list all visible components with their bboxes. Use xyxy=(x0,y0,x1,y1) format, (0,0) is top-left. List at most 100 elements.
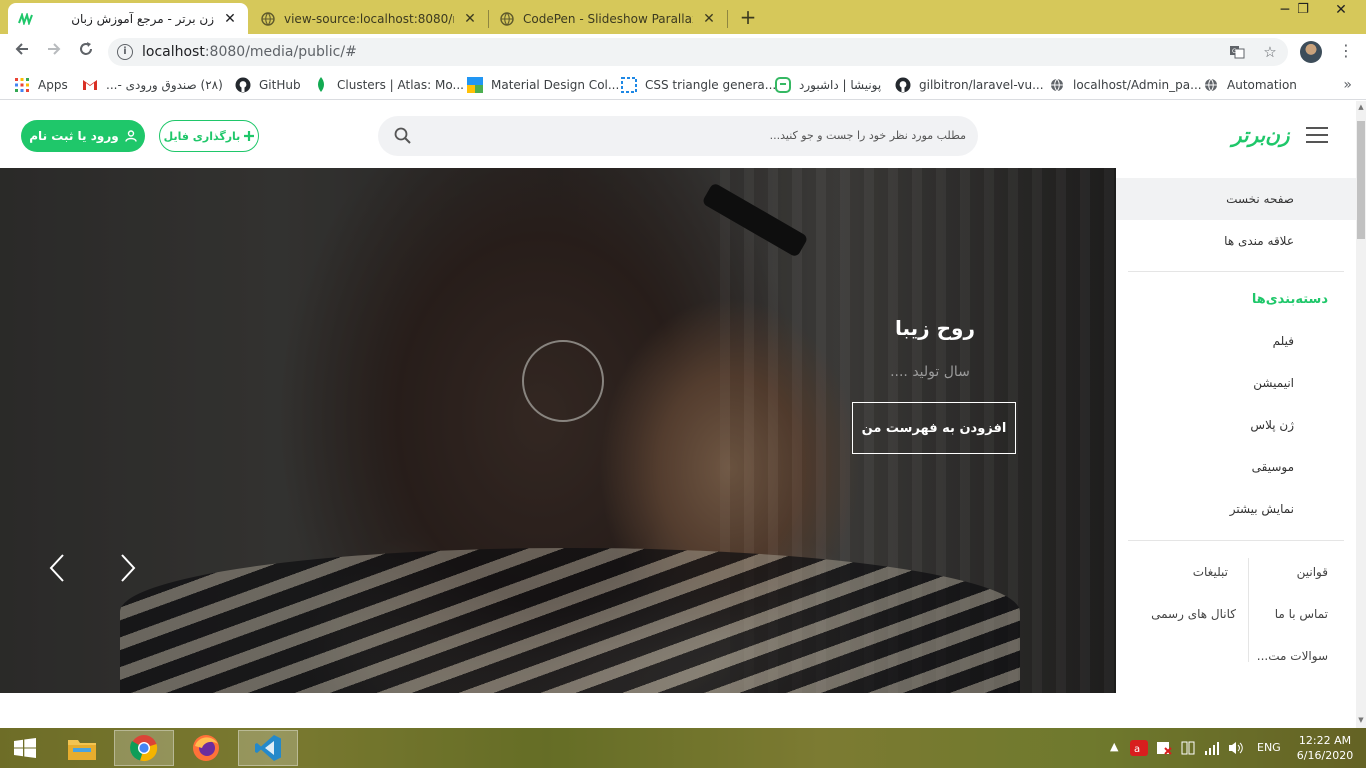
bookmarks-overflow-button[interactable]: » xyxy=(1343,77,1352,93)
ponisha-icon xyxy=(775,77,791,93)
slider-next-icon[interactable] xyxy=(115,553,139,583)
tray-language-indicator[interactable]: ENG xyxy=(1257,741,1281,757)
sidebar-item-favorites[interactable]: علاقه مندی ها xyxy=(1116,220,1356,262)
reload-button[interactable] xyxy=(74,41,98,65)
footer-divider xyxy=(1248,558,1249,662)
upload-file-button[interactable]: بارگذاری فایل xyxy=(159,120,259,152)
sidebar-item-home[interactable]: صفحه نخست xyxy=(1116,178,1356,220)
tab-view-source[interactable]: view-source:localhost:8080/medi ✕ xyxy=(250,3,488,34)
hero-slider: روح زیبا سال تولید .... افزودن به فهرست … xyxy=(0,168,1116,693)
bookmark-atlas[interactable]: Clusters | Atlas: Mo... xyxy=(313,76,464,94)
material-palette-icon xyxy=(467,77,483,93)
sidebar-divider xyxy=(1128,271,1344,272)
tab-codepen[interactable]: CodePen - Slideshow Parallax wit ✕ xyxy=(489,3,727,34)
globe-icon xyxy=(499,11,515,27)
tray-security-icon[interactable] xyxy=(1156,740,1172,756)
scrollbar-thumb[interactable] xyxy=(1357,121,1365,239)
tab-divider xyxy=(727,10,728,28)
tray-volume-icon[interactable] xyxy=(1228,740,1244,756)
new-tab-button[interactable]: + xyxy=(736,6,760,30)
site-favicon-icon xyxy=(18,11,34,27)
sidebar-divider xyxy=(1128,540,1344,541)
footer-link-faq[interactable]: سوالات مت... xyxy=(1257,649,1328,663)
add-to-my-list-button[interactable]: افزودن به فهرست من xyxy=(852,402,1016,454)
bookmark-github[interactable]: GitHub xyxy=(235,76,301,94)
bookmark-ponisha[interactable]: پونیشا | داشبورد xyxy=(775,76,881,94)
browser-tab-strip: زن برتر - مرجع آموزش زبان ✕ view-source:… xyxy=(0,0,1366,34)
address-url[interactable]: localhost:8080/media/public/# xyxy=(142,44,357,60)
scroll-down-icon[interactable]: ▼ xyxy=(1357,716,1365,724)
taskbar-vscode[interactable] xyxy=(238,730,298,766)
tray-antivirus-icon[interactable]: a xyxy=(1130,740,1148,756)
start-button[interactable] xyxy=(0,728,50,768)
tab-title: زن برتر - مرجع آموزش زبان xyxy=(71,11,214,26)
arrow-right-icon xyxy=(48,43,61,55)
windows-logo-icon xyxy=(14,738,36,758)
tab-close-icon[interactable]: ✕ xyxy=(701,11,717,27)
bookmark-star-icon[interactable]: ☆ xyxy=(1261,44,1279,62)
slide-title: روح زیبا xyxy=(894,316,976,340)
slide-subtitle: سال تولید .... xyxy=(890,364,970,380)
translate-icon[interactable]: G xyxy=(1228,44,1246,62)
browser-toolbar: i localhost:8080/media/public/# G ☆ ⋮ xyxy=(0,34,1366,70)
footer-link-rules[interactable]: قوانین xyxy=(1297,565,1328,579)
tab-title: view-source:localhost:8080/medi xyxy=(284,11,454,26)
sidebar-menu: صفحه نخست علاقه مندی ها دسته‌بندی‌ها فیل… xyxy=(1116,168,1356,728)
taskbar-firefox[interactable] xyxy=(176,730,236,766)
tray-clock[interactable]: 12:22 AM 6/16/2020 xyxy=(1292,733,1358,763)
forward-button[interactable] xyxy=(42,41,66,65)
chrome-icon xyxy=(130,735,158,762)
vscode-icon xyxy=(255,735,281,761)
category-film[interactable]: فیلم xyxy=(1273,334,1294,348)
address-bar[interactable]: i localhost:8080/media/public/# G ☆ xyxy=(108,38,1288,66)
bookmark-css-triangle[interactable]: CSS triangle genera... xyxy=(621,76,776,94)
show-more-link[interactable]: نمایش بیشتر xyxy=(1230,502,1294,516)
bookmark-material-colors[interactable]: Material Design Col... xyxy=(467,76,619,94)
svg-text:a: a xyxy=(1134,744,1140,755)
category-zhen-plus[interactable]: ژن پلاس xyxy=(1250,418,1294,432)
chrome-menu-icon[interactable]: ⋮ xyxy=(1336,41,1356,63)
bookmark-gmail[interactable]: (۲۸) صندوق ورودی -... xyxy=(82,76,223,94)
triangle-generator-icon xyxy=(621,77,637,93)
bookmark-apps[interactable]: Apps xyxy=(14,76,68,94)
tab-close-icon[interactable]: ✕ xyxy=(222,11,238,27)
github-icon xyxy=(895,77,911,93)
tab-close-icon[interactable]: ✕ xyxy=(462,11,478,27)
globe-icon xyxy=(1049,77,1065,93)
back-button[interactable] xyxy=(10,41,34,65)
tray-network-adapter-icon[interactable] xyxy=(1180,740,1196,756)
category-animation[interactable]: انیمیشن xyxy=(1253,376,1294,390)
gmail-icon xyxy=(82,77,98,93)
arrow-left-icon xyxy=(15,43,28,55)
site-info-icon[interactable]: i xyxy=(117,44,133,60)
github-icon xyxy=(235,77,251,93)
scroll-up-icon[interactable]: ▲ xyxy=(1357,103,1365,111)
firefox-icon xyxy=(193,735,219,761)
site-logo[interactable]: زن‌برتر xyxy=(1232,123,1291,147)
globe-icon xyxy=(260,11,276,27)
slider-prev-icon[interactable] xyxy=(46,553,70,583)
bookmark-laravel-vue[interactable]: gilbitron/laravel-vu... xyxy=(895,76,1044,94)
footer-link-contact[interactable]: تماس با ما xyxy=(1275,607,1328,621)
footer-link-channels[interactable]: کانال های رسمی xyxy=(1151,607,1236,621)
bookmark-admin-panel[interactable]: localhost/Admin_pa... xyxy=(1049,76,1202,94)
category-music[interactable]: موسیقی xyxy=(1252,460,1294,474)
search-input[interactable]: مطلب مورد نظر خود را جست و جو کنید... xyxy=(378,116,978,156)
search-placeholder: مطلب مورد نظر خود را جست و جو کنید... xyxy=(769,129,966,142)
profile-avatar[interactable] xyxy=(1300,41,1322,63)
windows-taskbar: ▲ a ENG 12:22 AM 6/16/2020 xyxy=(0,728,1366,768)
tray-overflow-icon[interactable]: ▲ xyxy=(1110,740,1118,756)
taskbar-chrome[interactable] xyxy=(114,730,174,766)
hamburger-menu-icon[interactable] xyxy=(1306,127,1328,143)
bookmark-automation[interactable]: Automation xyxy=(1203,76,1297,94)
login-register-button[interactable]: ورود یا ثبت نام xyxy=(21,120,145,152)
footer-link-ads[interactable]: تبلیغات xyxy=(1193,565,1228,579)
taskbar-file-explorer[interactable] xyxy=(52,730,112,766)
tab-zan-bartar[interactable]: زن برتر - مرجع آموزش زبان ✕ xyxy=(8,3,248,34)
reload-icon xyxy=(80,42,92,55)
close-window-button[interactable]: ✕ xyxy=(1318,0,1364,34)
tray-signal-icon[interactable] xyxy=(1204,740,1220,756)
search-icon[interactable] xyxy=(394,127,412,145)
page-scrollbar[interactable]: ▲ ▼ xyxy=(1356,101,1366,728)
site-header: ورود یا ثبت نام بارگذاری فایل مطلب مورد … xyxy=(0,101,1356,168)
